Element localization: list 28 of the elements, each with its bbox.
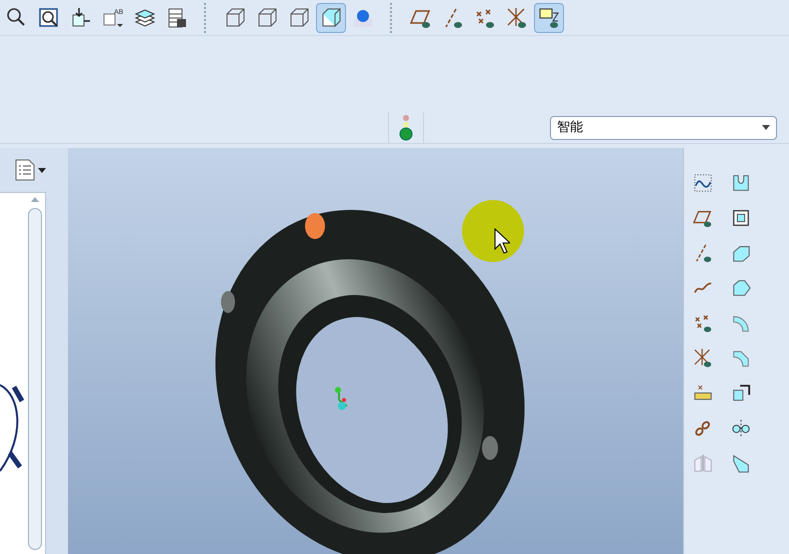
tree-settings-button[interactable] [15, 159, 46, 181]
shading-icon [320, 6, 342, 28]
filter-value: 智能 [557, 118, 583, 137]
mirror-icon [693, 453, 713, 473]
pattern-icon [731, 418, 751, 438]
csys-icon [506, 6, 528, 28]
plane-icon [693, 208, 713, 228]
round-icon [731, 313, 751, 333]
filter-dropdown[interactable]: 智能 [550, 116, 777, 140]
list-icon [15, 159, 35, 181]
csys-icon [693, 348, 713, 368]
toolbar-button[interactable] [534, 2, 564, 32]
chain-icon [693, 418, 713, 438]
caret-icon [38, 168, 46, 172]
shell-icon [731, 208, 751, 228]
point-icon [693, 313, 713, 333]
point-icon [474, 6, 496, 28]
highlight-circle [462, 200, 524, 262]
zoom-window-icon [38, 6, 60, 28]
scroll-up-icon [31, 197, 39, 202]
traffic-light-icon [399, 114, 413, 142]
layers-icon [134, 6, 156, 28]
wireframe-icon [224, 6, 246, 28]
toolbar-button[interactable] [316, 2, 346, 32]
mouse-cursor-icon [494, 228, 510, 256]
axis-icon [693, 243, 713, 263]
caret-icon [762, 125, 770, 130]
sketch-icon [693, 173, 713, 193]
